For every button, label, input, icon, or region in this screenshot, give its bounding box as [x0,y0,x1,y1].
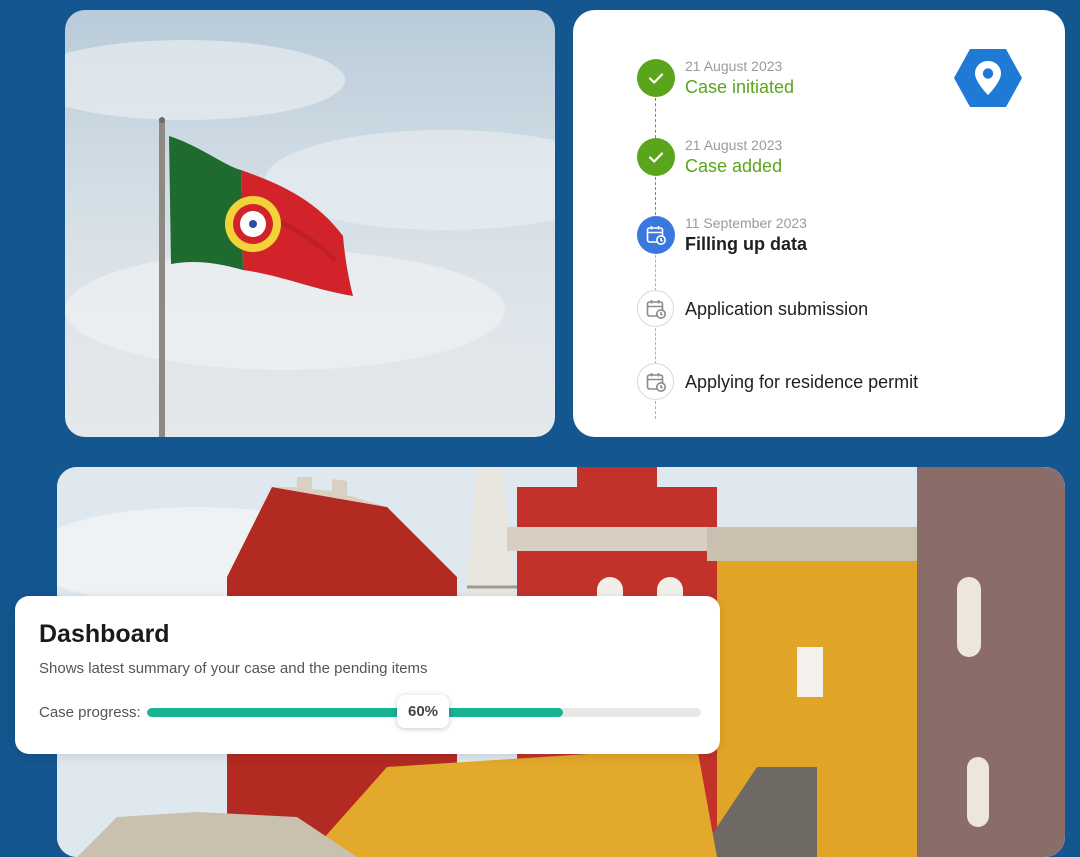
check-icon [637,59,675,97]
timeline-connector [655,401,656,419]
calendar-clock-icon [637,363,674,400]
step-date: 21 August 2023 [685,58,783,74]
dashboard-title: Dashboard [39,620,170,648]
case-progress-fill [147,708,563,717]
map-pin-icon [953,47,1023,114]
timeline-connector [655,98,656,138]
step-date: 21 August 2023 [685,137,783,153]
calendar-clock-icon [637,216,675,254]
dashboard-subtitle: Shows latest summary of your case and th… [39,660,428,677]
step-label: Case initiated [685,77,795,97]
dashboard-card: Dashboard Shows latest summary of your c… [15,596,720,754]
calendar-clock-icon [637,290,674,327]
timeline-connector [655,177,656,215]
step-date: 11 September 2023 [685,215,807,231]
timeline-connector [655,255,656,291]
portugal-flag-photo [65,10,555,437]
step-label: Filling up data [685,234,807,254]
timeline-connector [655,328,656,364]
case-timeline-card: 21 August 2023 Case initiated 21 August … [573,10,1065,437]
step-label: Case added [685,156,783,176]
case-progress-value: 60% [397,695,449,728]
check-icon [637,138,675,176]
case-progress-label: Case progress: [39,704,141,721]
step-label: Application submission [685,299,869,319]
step-label: Applying for residence permit [685,372,919,392]
